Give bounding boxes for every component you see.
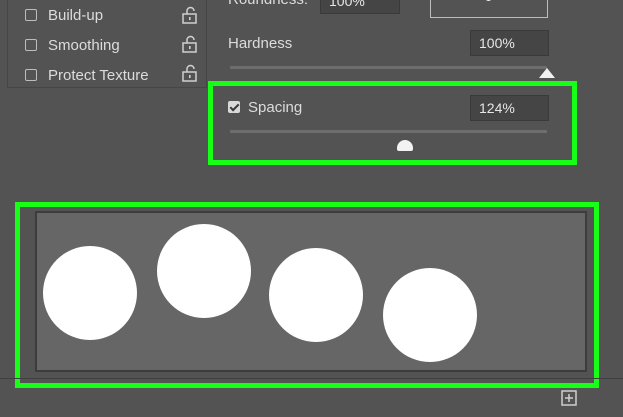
brush-dab <box>43 246 137 340</box>
option-build-up[interactable]: Build-up <box>24 6 204 26</box>
spacing-label: Spacing <box>248 99 303 116</box>
build-up-label: Build-up <box>48 7 104 24</box>
new-preset-icon[interactable] <box>561 390 577 406</box>
smoothing-label: Smoothing <box>48 37 120 54</box>
spacing-checkbox[interactable] <box>228 101 240 113</box>
spacing-highlight <box>208 81 577 165</box>
option-smoothing[interactable]: Smoothing <box>24 36 204 56</box>
unlock-icon[interactable] <box>181 6 199 24</box>
hardness-label: Hardness <box>228 35 293 52</box>
hardness-slider-track[interactable] <box>230 66 547 69</box>
brush-angle-preview[interactable] <box>430 0 548 18</box>
roundness-label: Roundness: <box>228 0 308 8</box>
angle-handle[interactable] <box>485 0 492 1</box>
spacing-field[interactable]: 124% <box>470 95 549 121</box>
build-up-checkbox[interactable] <box>25 9 37 21</box>
panel-divider <box>0 378 623 379</box>
option-protect-texture[interactable]: Protect Texture <box>24 66 204 86</box>
protect-texture-label: Protect Texture <box>48 67 149 84</box>
hardness-slider-thumb[interactable] <box>539 68 555 78</box>
stroke-preview <box>35 211 587 372</box>
brush-dab <box>157 224 251 318</box>
unlock-icon[interactable] <box>181 35 199 53</box>
spacing-slider-track[interactable] <box>230 130 547 133</box>
unlock-icon[interactable] <box>181 64 199 82</box>
roundness-field[interactable]: 100% <box>320 0 400 14</box>
brush-dab <box>383 268 477 362</box>
protect-texture-checkbox[interactable] <box>25 69 37 81</box>
smoothing-checkbox[interactable] <box>25 39 37 51</box>
hardness-field[interactable]: 100% <box>470 30 549 56</box>
brush-dab <box>269 248 363 342</box>
spacing-slider-thumb[interactable] <box>397 140 413 151</box>
